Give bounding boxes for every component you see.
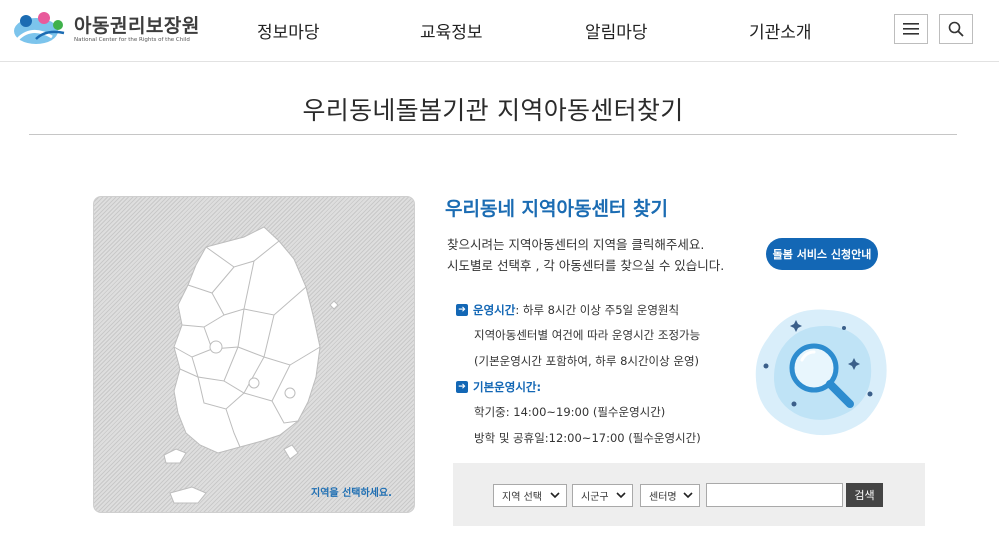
region-select-value: 지역 선택 — [502, 492, 542, 503]
page-title: 우리동네돌봄기관 지역아동센터찾기 — [302, 96, 684, 125]
chevron-down-icon — [550, 492, 560, 499]
operating-hours-detail: 지역아동센터별 여건에 따라 운영시간 조정가능 — [474, 328, 701, 342]
site-logo[interactable]: 아동권리보장원 National Center for the Rights o… — [12, 9, 200, 49]
nav-education[interactable]: 교육정보 — [420, 18, 483, 43]
logo-subtitle: National Center for the Rights of the Ch… — [74, 37, 190, 43]
arrow-right-icon: ➔ — [456, 304, 468, 316]
description-line: 시도별로 선택후 , 각 아동센터를 찾으실 수 있습니다. — [447, 258, 725, 273]
arrow-right-icon: ➔ — [456, 381, 468, 393]
region-map[interactable]: 지역을 선택하세요. — [93, 196, 415, 513]
center-search-bar: 지역 선택 시군구 센터명 검색 — [453, 463, 925, 526]
search-button[interactable]: 검색 — [846, 483, 883, 507]
city-select-value: 시군구 — [581, 492, 609, 503]
center-select-value: 센터명 — [649, 492, 677, 503]
basic-hours-detail: 방학 및 공휴일:12:00~17:00 (필수운영시간) — [474, 431, 701, 445]
search-input[interactable] — [706, 483, 843, 507]
menu-button[interactable] — [894, 14, 928, 44]
korea-map-icon — [163, 226, 339, 504]
basic-hours-label: 기본운영시간: — [473, 380, 542, 394]
city-select[interactable]: 시군구 — [572, 484, 633, 507]
operating-hours-label: 운영시간 — [473, 303, 516, 317]
map-hint-text: 지역을 선택하세요. — [311, 488, 392, 499]
operating-hours-row: ➔ 운영시간 : 하루 8시간 이상 주5일 운영원칙 — [456, 302, 679, 318]
center-name-select[interactable]: 센터명 — [640, 484, 700, 507]
chevron-down-icon — [616, 492, 626, 499]
operating-hours-detail: (기본운영시간 포함하여, 하루 8시간이상 운영) — [474, 354, 700, 368]
logo-title: 아동권리보장원 — [74, 15, 200, 37]
section-title: 우리동네 지역아동센터 찾기 — [445, 198, 668, 220]
header-search-button[interactable] — [939, 14, 973, 44]
hamburger-icon — [903, 23, 919, 35]
search-illustration-icon — [748, 298, 894, 444]
basic-hours-detail: 학기중: 14:00~19:00 (필수운영시간) — [474, 405, 666, 419]
site-header: 아동권리보장원 National Center for the Rights o… — [0, 0, 999, 62]
nav-notice[interactable]: 알림마당 — [585, 18, 648, 43]
logo-mark-icon — [14, 12, 65, 44]
nav-info[interactable]: 정보마당 — [257, 18, 320, 43]
operating-hours-text: : 하루 8시간 이상 주5일 운영원칙 — [515, 303, 680, 317]
description-line: 찾으시려는 지역아동센터의 지역을 클릭해주세요. — [447, 237, 705, 252]
region-select[interactable]: 지역 선택 — [493, 484, 567, 507]
nav-about[interactable]: 기관소개 — [749, 18, 812, 43]
title-divider — [29, 134, 957, 135]
chevron-down-icon — [683, 492, 693, 499]
search-icon — [948, 21, 964, 37]
care-service-apply-button[interactable]: 돌봄 서비스 신청안내 — [766, 238, 878, 270]
basic-hours-row: ➔ 기본운영시간: — [456, 379, 541, 395]
